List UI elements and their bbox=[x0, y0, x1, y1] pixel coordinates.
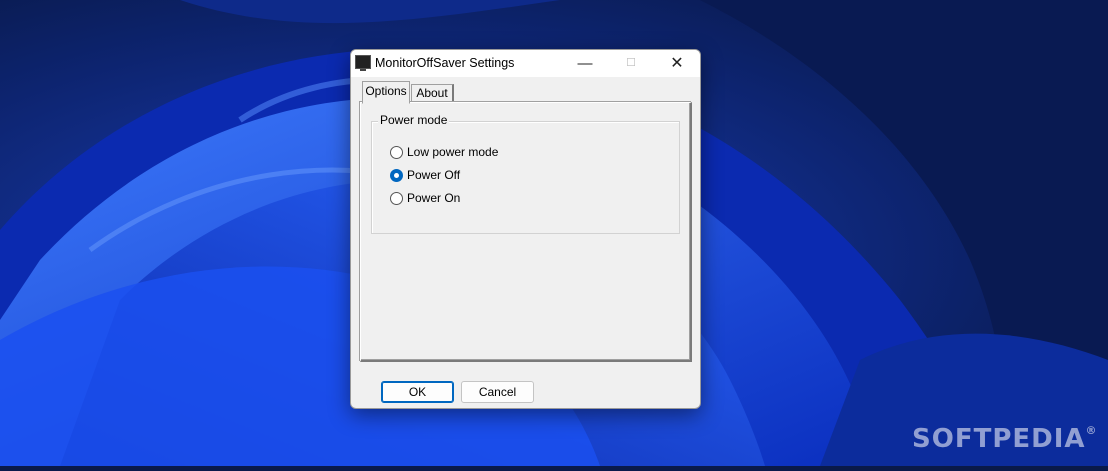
radio-button-selected[interactable] bbox=[390, 169, 403, 182]
monitor-icon bbox=[355, 55, 371, 71]
tab-options[interactable]: Options bbox=[362, 81, 410, 104]
power-mode-legend: Power mode bbox=[378, 113, 450, 127]
radio-label[interactable]: Power Off bbox=[407, 168, 460, 182]
options-tab-panel: Power mode Low power mode Power Off Powe… bbox=[360, 102, 692, 362]
radio-button[interactable] bbox=[390, 146, 403, 159]
maximize-button[interactable]: ☐ bbox=[608, 50, 654, 77]
settings-dialog: MonitorOffSaver Settings — ☐ ✕ Options A… bbox=[350, 49, 701, 409]
power-mode-group: Power mode Low power mode Power Off Powe… bbox=[371, 113, 680, 234]
title-bar[interactable]: MonitorOffSaver Settings — ☐ ✕ bbox=[351, 50, 700, 77]
tab-about[interactable]: About bbox=[411, 84, 454, 103]
close-button[interactable]: ✕ bbox=[654, 50, 700, 77]
cancel-button[interactable]: Cancel bbox=[461, 381, 534, 403]
ok-button[interactable]: OK bbox=[381, 381, 454, 403]
softpedia-watermark: SOFTPEDIA® bbox=[912, 424, 1098, 454]
registered-mark: ® bbox=[1085, 424, 1098, 437]
radio-label[interactable]: Power On bbox=[407, 191, 460, 205]
minimize-button[interactable]: — bbox=[562, 50, 608, 77]
window-title: MonitorOffSaver Settings bbox=[375, 56, 515, 70]
radio-button[interactable] bbox=[390, 192, 403, 205]
watermark-text: SOFTPEDIA bbox=[912, 424, 1086, 454]
radio-label[interactable]: Low power mode bbox=[407, 145, 498, 159]
